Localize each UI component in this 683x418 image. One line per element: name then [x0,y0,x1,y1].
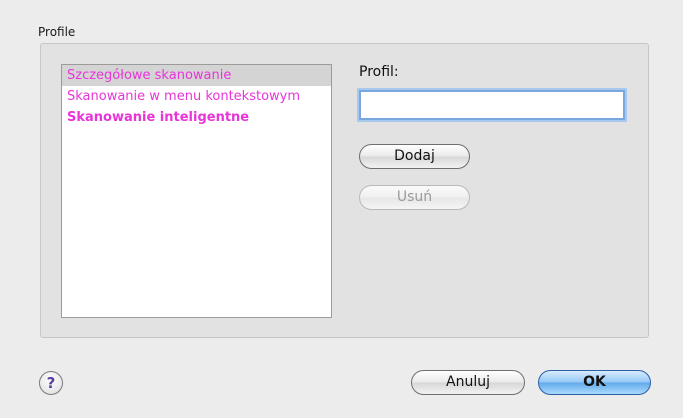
cancel-button[interactable]: Anuluj [411,370,525,395]
profiles-dialog: Profile Szczegółowe skanowanie Skanowani… [0,0,683,418]
add-button[interactable]: Dodaj [359,144,470,169]
list-item-detailed-scan[interactable]: Szczegółowe skanowanie [62,65,331,86]
group-title: Profile [38,25,76,39]
help-icon[interactable]: ? [39,371,63,395]
list-item-context-menu-scan[interactable]: Skanowanie w menu kontekstowym [62,86,331,107]
profiles-list[interactable]: Szczegółowe skanowanie Skanowanie w menu… [61,64,332,318]
ok-button[interactable]: OK [538,370,651,395]
list-item-smart-scan[interactable]: Skanowanie inteligentne [62,107,331,128]
remove-button[interactable]: Usuń [359,185,470,210]
profil-label: Profil: [359,64,399,80]
profil-name-input[interactable] [359,90,625,120]
